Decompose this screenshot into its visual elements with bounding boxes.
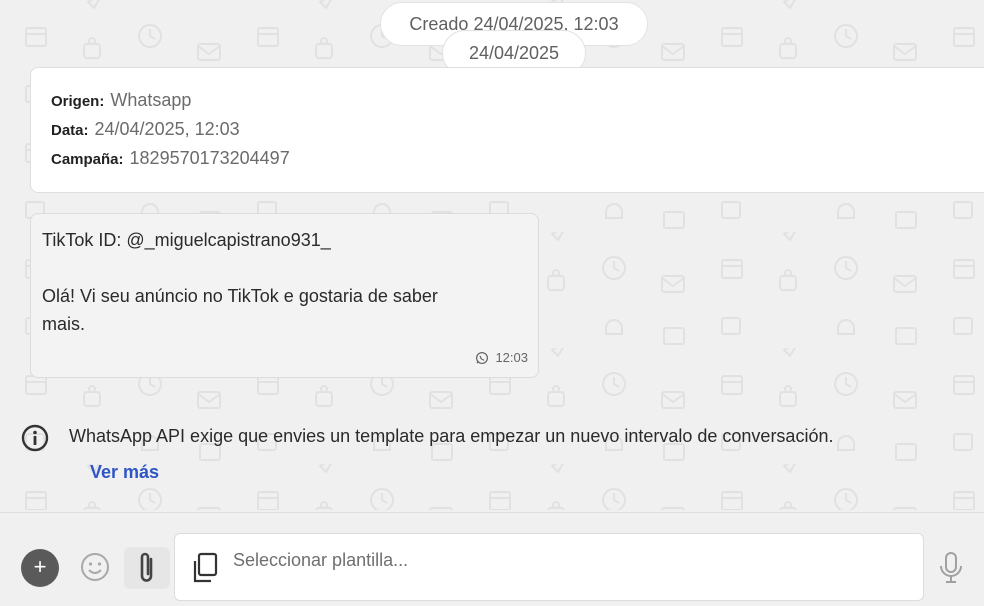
date-value: 24/04/2025, 12:03 xyxy=(94,119,240,139)
campaign-label: Campaña: xyxy=(51,151,124,168)
template-required-notice: WhatsApp API exige que envies un templat… xyxy=(69,426,834,446)
template-selector[interactable]: Seleccionar plantilla... xyxy=(174,533,924,601)
microphone-icon[interactable] xyxy=(938,551,964,585)
see-more-link[interactable]: Ver más xyxy=(90,462,159,483)
emoji-icon[interactable] xyxy=(79,551,111,583)
date-label: Data: xyxy=(51,122,89,139)
plus-icon: + xyxy=(33,554,47,579)
origin-value: Whatsapp xyxy=(110,90,192,110)
message-time: 12:03 xyxy=(495,350,528,365)
date-row: Data: 24/04/2025, 12:03 xyxy=(51,119,240,140)
lead-info-card: Origen: Whatsapp Data: 24/04/2025, 12:03 C… xyxy=(30,67,984,193)
message-line-body-cont: mais. xyxy=(42,314,86,334)
paperclip-icon xyxy=(140,552,153,582)
origin-label: Origen: xyxy=(51,93,105,110)
message-line-tiktok-id: TikTok ID: @_miguelcapistrano931_ xyxy=(42,230,331,250)
date-separator: 24/04/2025 xyxy=(468,43,560,63)
plus-button[interactable]: + xyxy=(21,549,59,587)
campaign-row: Campaña: 1829570173204497 xyxy=(51,148,290,169)
info-icon xyxy=(21,424,49,452)
message-line-body: Olá! Vi seu anúncio no TikTok e gostaria… xyxy=(42,286,438,306)
attach-button[interactable] xyxy=(124,547,170,589)
chat-window: Creado 24/04/2025, 12:03 24/04/2025 Orig… xyxy=(0,0,984,606)
message-meta: 12:03 xyxy=(475,350,528,365)
whatsapp-icon xyxy=(476,351,489,364)
campaign-value: 1829570173204497 xyxy=(129,148,290,168)
message-composer: + Seleccionar plantilla... xyxy=(0,512,984,606)
origin-row: Origen: Whatsapp xyxy=(51,90,191,111)
copy-icon xyxy=(193,552,218,583)
incoming-message-bubble: TikTok ID: @_miguelcapistrano931_ Olá! V… xyxy=(30,213,539,378)
template-selector-placeholder: Seleccionar plantilla... xyxy=(233,550,409,570)
